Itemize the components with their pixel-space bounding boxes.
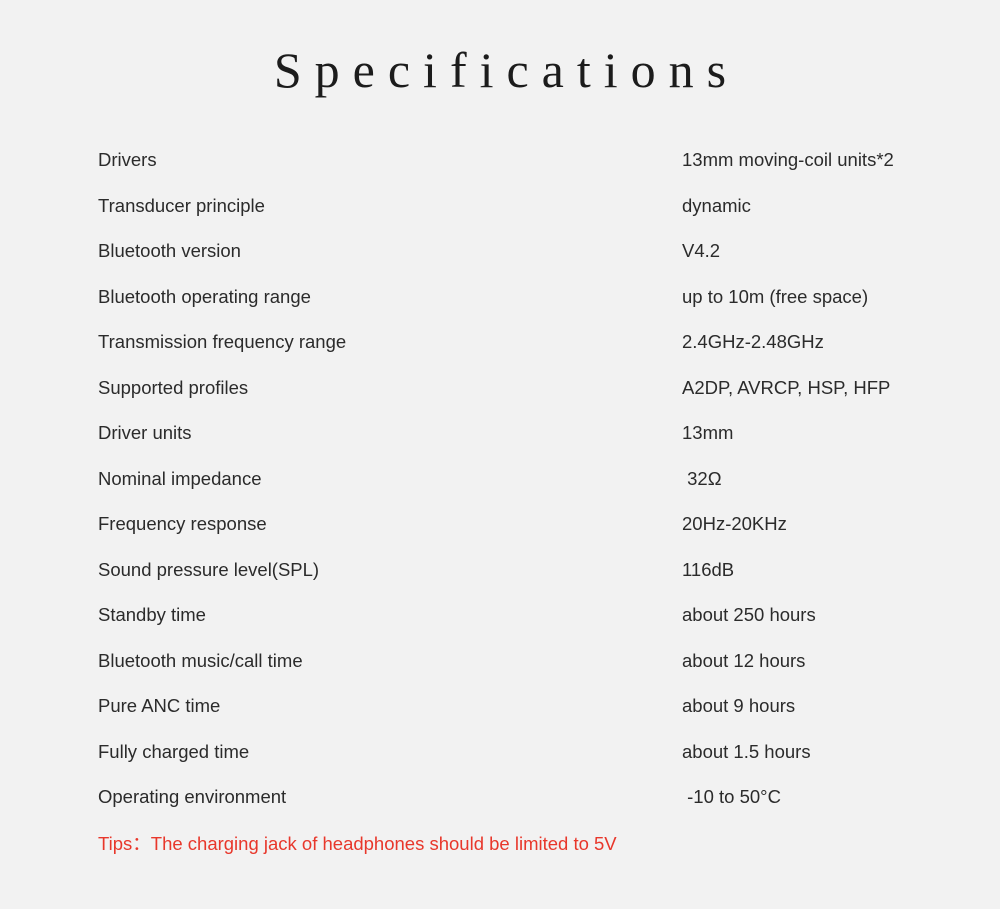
page-title: Specifications [273, 42, 740, 98]
spec-label: Pure ANC time [98, 695, 221, 716]
table-row: Nominal impedance 32Ω [98, 467, 958, 513]
table-row: Bluetooth music/call time about 12 hours [98, 649, 958, 695]
spec-value: V4.2 [682, 240, 721, 261]
spec-value: up to 10m (free space) [682, 285, 869, 307]
spec-value: about 1.5 hours [682, 740, 811, 762]
spec-label: Standby time [98, 604, 206, 625]
tips-note: Tips：The charging jack of headphones sho… [98, 833, 617, 854]
spec-label: Transmission frequency range [98, 331, 347, 352]
spec-value: about 9 hours [682, 695, 796, 716]
spec-value: 20Hz-20KHz [682, 513, 787, 534]
spec-label: Driver units [98, 422, 192, 443]
spec-value: 2.4GHz-2.48GHz [682, 331, 824, 352]
table-row: Pure ANC time about 9 hours [98, 694, 958, 740]
table-row: Fully charged time about 1.5 hours [98, 740, 958, 786]
table-row: Bluetooth operating range up to 10m (free… [98, 285, 958, 331]
spec-value: 13mm moving-coil units*2 [682, 149, 894, 170]
table-row: Sound pressure level(SPL) 116dB [98, 558, 958, 604]
spec-label: Frequency response [98, 513, 267, 534]
table-row: Driver units 13mm [98, 421, 958, 467]
spec-value: dynamic [682, 194, 751, 216]
table-row: Transducer principle dynamic [98, 194, 958, 240]
spec-label: Bluetooth operating range [98, 285, 311, 307]
table-row: Supported profiles A2DP, AVRCP, HSP, HFP [98, 376, 958, 422]
spec-label: Operating environment [98, 786, 287, 807]
table-row: Operating environment -10 to 50°C [98, 785, 958, 831]
spec-value: 32Ω [682, 467, 722, 489]
spec-label: Supported profiles [98, 376, 249, 398]
table-row: Standby time about 250 hours [98, 603, 958, 649]
spec-label: Bluetooth music/call time [98, 649, 303, 671]
spec-value: A2DP, AVRCP, HSP, HFP [682, 376, 891, 398]
spec-label: Transducer principle [98, 194, 265, 216]
spec-label: Fully charged time [98, 740, 250, 762]
spec-value: -10 to 50°C [682, 786, 781, 807]
table-row: Frequency response 20Hz-20KHz [98, 512, 958, 558]
spec-label: Nominal impedance [98, 467, 262, 489]
table-row: Transmission frequency range 2.4GHz-2.48G… [98, 330, 958, 376]
specifications-page: Specifications Drivers 13mm moving-coil u… [0, 0, 1000, 909]
spec-value: 13mm [682, 422, 734, 443]
specifications-table: Drivers 13mm moving-coil units*2 Transduce… [98, 148, 958, 831]
spec-label: Bluetooth version [98, 240, 241, 261]
spec-label: Sound pressure level(SPL) [98, 558, 320, 580]
spec-value: 116dB [682, 558, 735, 580]
table-row: Drivers 13mm moving-coil units*2 [98, 148, 958, 194]
spec-value: about 250 hours [682, 604, 816, 625]
table-row: Bluetooth version V4.2 [98, 239, 958, 285]
spec-value: about 12 hours [682, 649, 806, 671]
spec-label: Drivers [98, 149, 157, 170]
